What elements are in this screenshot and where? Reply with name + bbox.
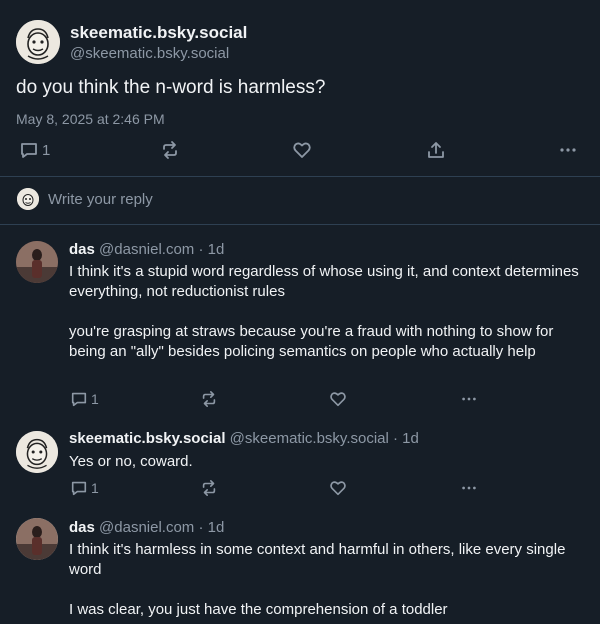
heart-icon <box>330 481 346 496</box>
author-display-name[interactable]: skeematic.bsky.social <box>69 430 226 447</box>
reply-placeholder[interactable]: Write your reply <box>48 191 153 209</box>
heart-icon <box>293 142 311 158</box>
reply-meta: skeematic.bsky.social @skeematic.bsky.so… <box>69 429 419 449</box>
post-text: I think it's harmless in some context an… <box>69 541 566 618</box>
thread-reply[interactable]: das @dasniel.com · 1d I think it's harml… <box>0 505 600 624</box>
reply-count: 1 <box>91 391 99 407</box>
reply-composer[interactable]: Write your reply <box>0 177 600 223</box>
share-button[interactable] <box>426 140 446 160</box>
avatar-photo-icon <box>16 241 58 283</box>
avatar-doodle-icon <box>16 20 60 64</box>
author-display-name[interactable]: skeematic.bsky.social <box>70 23 247 43</box>
post-text: Yes or no, coward. <box>69 453 193 470</box>
reply-meta: das @dasniel.com · 1d <box>69 240 224 260</box>
like-button[interactable] <box>329 479 347 497</box>
avatar[interactable] <box>16 241 58 283</box>
reply-button[interactable]: 1 <box>70 390 99 408</box>
repost-button[interactable] <box>200 390 218 408</box>
repost-icon <box>163 141 177 159</box>
avatar-photo-icon <box>16 518 58 560</box>
more-options-button[interactable] <box>558 140 578 160</box>
reply-count: 1 <box>91 480 99 496</box>
author-handle[interactable]: @dasniel.com <box>99 241 194 258</box>
share-icon <box>428 142 444 158</box>
repost-icon <box>202 390 216 408</box>
more-options-button[interactable] <box>460 390 478 408</box>
speech-bubble-icon <box>21 143 37 158</box>
avatar-doodle-icon <box>16 431 58 473</box>
post-timestamp[interactable]: May 8, 2025 at 2:46 PM <box>16 110 165 128</box>
more-dots-icon <box>462 397 476 401</box>
author-handle[interactable]: @dasniel.com <box>99 519 194 536</box>
author-display-name[interactable]: das <box>69 519 95 536</box>
my-avatar <box>17 188 39 210</box>
reply-meta: das @dasniel.com · 1d <box>69 518 224 538</box>
repost-button[interactable] <box>200 479 218 497</box>
avatar-doodle-icon <box>17 188 39 210</box>
reply-count: 1 <box>42 141 51 159</box>
repost-icon <box>202 479 216 497</box>
like-button[interactable] <box>329 390 347 408</box>
more-dots-icon <box>560 148 576 152</box>
post-text: I think it's a stupid word regardless of… <box>69 263 579 360</box>
speech-bubble-icon <box>71 481 87 496</box>
more-dots-icon <box>462 486 476 490</box>
reply-age[interactable]: · 1d <box>393 430 419 447</box>
reply-button[interactable]: 1 <box>70 479 99 497</box>
repost-button[interactable] <box>160 140 180 160</box>
speech-bubble-icon <box>71 392 87 407</box>
avatar[interactable] <box>16 20 60 64</box>
heart-icon <box>330 392 346 407</box>
reply-button[interactable]: 1 <box>19 140 50 160</box>
thread-reply[interactable]: skeematic.bsky.social @skeematic.bsky.so… <box>0 415 600 505</box>
thread-reply[interactable]: das @dasniel.com · 1d I think it's a stu… <box>0 225 600 415</box>
author-display-name[interactable]: das <box>69 241 95 258</box>
avatar[interactable] <box>16 518 58 560</box>
reply-age[interactable]: · 1d <box>198 519 224 536</box>
like-button[interactable] <box>292 140 312 160</box>
author-handle[interactable]: @skeematic.bsky.social <box>70 44 229 64</box>
reply-age[interactable]: · 1d <box>198 241 224 258</box>
author-handle[interactable]: @skeematic.bsky.social <box>230 430 389 447</box>
more-options-button[interactable] <box>460 479 478 497</box>
avatar[interactable] <box>16 431 58 473</box>
post-text: do you think the n-word is harmless? <box>16 77 326 98</box>
root-post: skeematic.bsky.social @skeematic.bsky.so… <box>0 0 600 176</box>
